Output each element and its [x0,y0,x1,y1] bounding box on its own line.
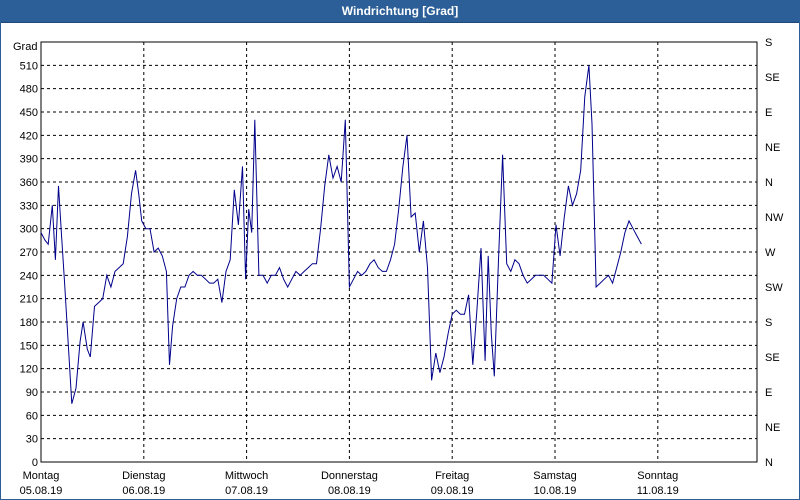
y-tick-label: 390 [20,154,38,166]
y-tick-label: 300 [20,224,38,236]
y-tick-label: 210 [20,294,38,306]
y-tick-label: 0 [32,457,38,469]
x-tick-day-label: Donnerstag [321,470,378,482]
y-tick-label: 30 [26,434,38,446]
y-right-tick-label: SW [765,282,783,294]
y-tick-label: 450 [20,107,38,119]
y-tick-label: 240 [20,270,38,282]
y-right-tick-label: NW [765,212,784,224]
y-right-tick-label: N [765,457,773,469]
y-right-tick-label: S [765,317,772,329]
y-tick-label: 330 [20,200,38,212]
x-tick-date-label: 05.08.19 [20,485,63,497]
x-tick-date-label: 07.08.19 [225,485,268,497]
title-bar: Windrichtung [Grad] [0,0,800,23]
y-tick-label: 480 [20,84,38,96]
y-tick-label: 360 [20,177,38,189]
x-tick-day-label: Dienstag [122,470,165,482]
y-right-tick-label: E [765,107,772,119]
x-tick-date-label: 06.08.19 [122,485,165,497]
x-tick-day-label: Montag [23,470,60,482]
y-right-tick-label: NE [765,422,780,434]
y-tick-label: 150 [20,340,38,352]
y-axis-left: 0 30 60 90 120 150 180 210 240 270 300 330 360 390 420… [20,60,38,469]
x-tick-date-label: 08.08.19 [328,485,371,497]
y-tick-label: 270 [20,247,38,259]
y-right-tick-label: E [765,387,772,399]
y-right-tick-label: SE [765,352,780,364]
x-tick-day-label: Samstag [533,470,576,482]
y-right-tick-label: W [765,247,776,259]
x-tick-date-label: 10.08.19 [534,485,577,497]
y-tick-label: 510 [20,60,38,72]
wind-direction-chart: 0 30 60 90 120 150 180 210 240 270 300 330 360 390 420… [13,37,784,497]
x-tick-day-label: Sonntag [637,470,678,482]
chart-title: Windrichtung [Grad] [341,4,459,18]
y-right-tick-label: SE [765,72,780,84]
y-axis-right: N NE E SE S SW W NW N NE E SE S [765,37,784,469]
chart-frame: 0 30 60 90 120 150 180 210 240 270 300 330 360 390 420… [0,22,800,500]
y-right-tick-label: S [765,37,772,49]
x-tick-day-label: Mittwoch [225,470,268,482]
x-tick-day-label: Freitag [435,470,469,482]
y-tick-label: 180 [20,317,38,329]
y-tick-label: 90 [26,387,38,399]
x-axis: Montag 05.08.19 Dienstag 06.08.19 Mittwoch 07… [20,470,679,497]
y-right-tick-label: N [765,177,773,189]
y-axis-label: Grad [13,41,37,53]
y-right-tick-label: NE [765,142,780,154]
wind-direction-series-line [40,65,642,404]
grid-lines [41,42,757,462]
y-tick-label: 120 [20,364,38,376]
x-tick-date-label: 09.08.19 [431,485,474,497]
y-tick-label: 60 [26,410,38,422]
x-tick-date-label: 11.08.19 [637,485,679,497]
y-tick-label: 420 [20,130,38,142]
